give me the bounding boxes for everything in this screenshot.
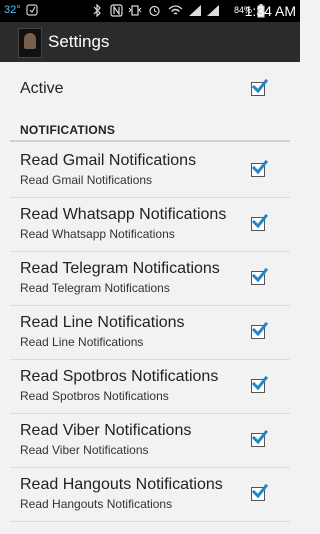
preference-summary: Read Gmail Notifications: [20, 173, 153, 187]
preference-checkbox[interactable]: [251, 375, 269, 393]
signal-icon: [206, 4, 220, 20]
nfc-icon: [110, 4, 123, 20]
preference-checkbox[interactable]: [251, 429, 269, 447]
preference-summary: Read Spotbros Notifications: [20, 389, 169, 403]
active-label: Active: [20, 80, 64, 97]
signal-x-icon: [188, 4, 202, 20]
preference-summary: Read Viber Notifications: [20, 443, 149, 457]
preference-title: Read Spotbros Notifications: [20, 368, 219, 385]
row-divider: [10, 521, 290, 522]
preference-title: Read Whatsapp Notifications: [20, 206, 227, 223]
preference-title: Read Viber Notifications: [20, 422, 192, 439]
preference-row[interactable]: Read Spotbros Notifications Read Spotbros…: [0, 360, 300, 414]
preference-summary: Read Line Notifications: [20, 335, 144, 349]
preference-title: Read Gmail Notifications: [20, 152, 197, 169]
preference-summary: Read Hangouts Notifications: [20, 497, 173, 511]
preference-checkbox[interactable]: [251, 267, 269, 285]
preference-checkbox[interactable]: [251, 483, 269, 501]
app-icon[interactable]: [18, 28, 42, 58]
preference-title: Read Telegram Notifications: [20, 260, 220, 277]
preference-checkbox[interactable]: [251, 321, 269, 339]
vibrate-icon: [128, 4, 142, 20]
page-title: Settings: [48, 32, 110, 51]
preference-row[interactable]: Read Line Notifications Read Line Notific…: [0, 306, 300, 360]
section-header-notifications: NOTIFICATIONS: [20, 123, 116, 137]
preference-row[interactable]: Read Gmail Notifications Read Gmail Notif…: [0, 144, 300, 198]
preference-title: Read Hangouts Notifications: [20, 476, 223, 493]
notification-icon: [26, 4, 38, 19]
active-checkbox[interactable]: [251, 78, 269, 96]
preference-summary: Read Whatsapp Notifications: [20, 227, 175, 241]
wifi-icon: [168, 4, 183, 20]
preference-row[interactable]: Read Viber Notifications Read Viber Notif…: [0, 414, 300, 468]
preference-row[interactable]: Read Whatsapp Notifications Read Whatsapp…: [0, 198, 300, 252]
settings-list: Active NOTIFICATIONS Read Gmail Notifica…: [0, 62, 300, 534]
preference-summary: Read Telegram Notifications: [20, 281, 170, 295]
clock: 1:34 AM: [244, 3, 296, 19]
alarm-icon: [148, 4, 161, 20]
active-toggle-row[interactable]: Active: [0, 62, 300, 114]
preference-checkbox[interactable]: [251, 159, 269, 177]
preference-checkbox[interactable]: [251, 213, 269, 231]
status-bar: 32° 84% 1:34 AM: [0, 0, 300, 22]
preference-title: Read Line Notifications: [20, 314, 185, 331]
preference-row[interactable]: Read Telegram Notifications Read Telegram…: [0, 252, 300, 306]
bluetooth-icon: [92, 3, 102, 20]
temperature-indicator: 32°: [4, 4, 21, 16]
section-divider: [10, 140, 290, 142]
preference-row[interactable]: Read Hangouts Notifications Read Hangouts…: [0, 468, 300, 522]
action-bar: Settings: [0, 22, 300, 62]
